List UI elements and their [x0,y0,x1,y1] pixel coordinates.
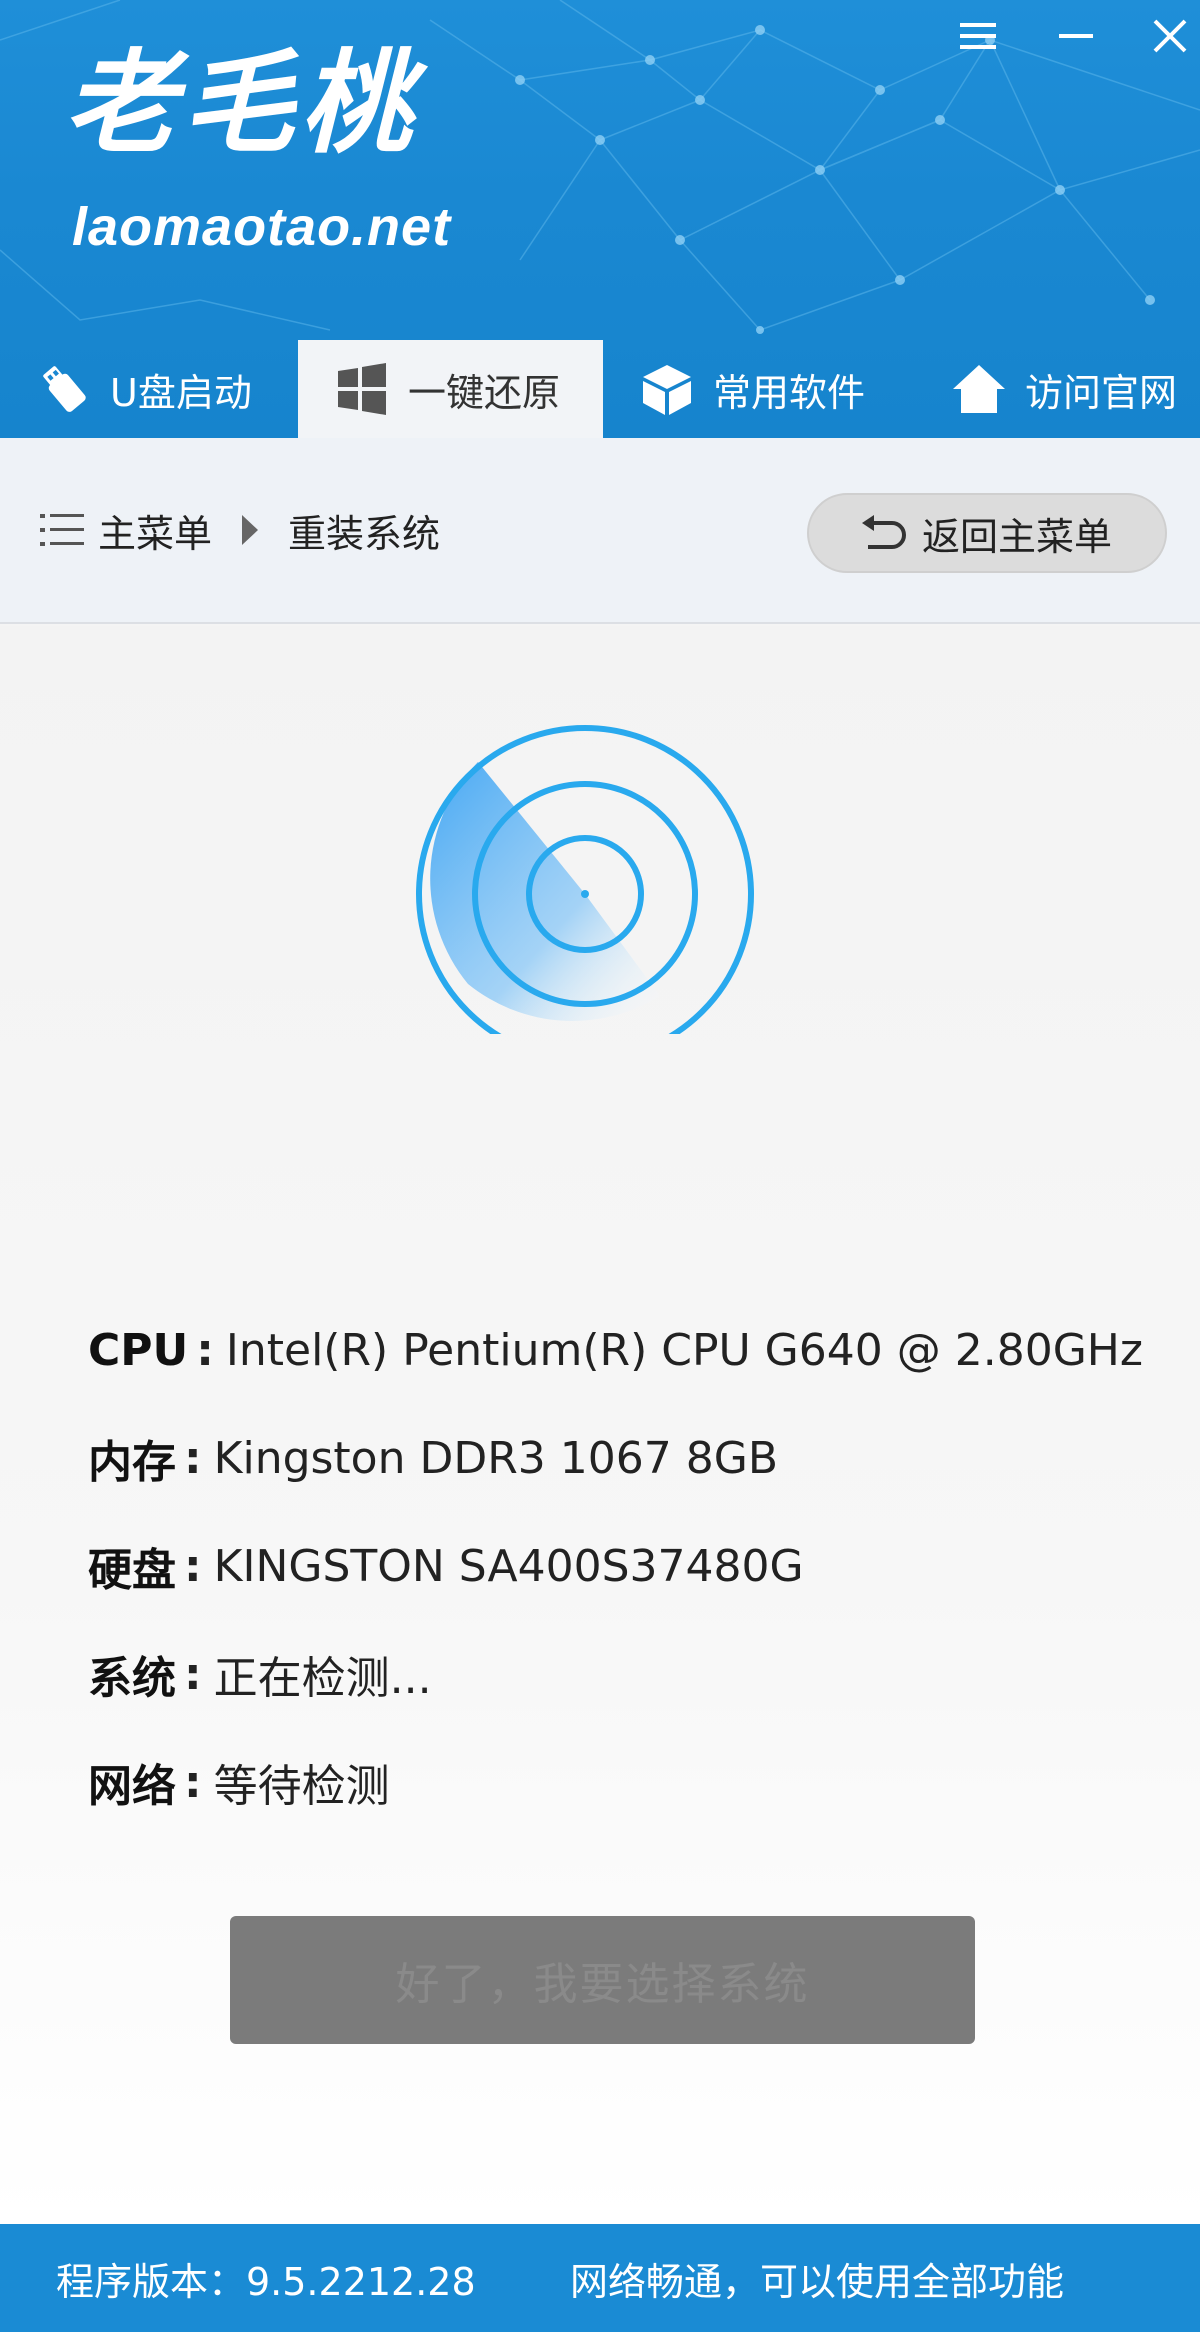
logo-url: laomaotao.net [72,197,452,257]
breadcrumb-bar: 主菜单 重装系统 返回主菜单 [0,438,1200,624]
info-row-cpu: CPU : Intel(R) Pentium(R) CPU G640 @ 2.8… [88,1324,1143,1376]
breadcrumb: 主菜单 重装系统 [40,498,440,562]
usb-icon [43,366,86,412]
info-value: 正在检测... [213,1653,432,1704]
tab-label: 访问官网 [1025,370,1178,415]
info-row-memory: 内存 : Kingston DDR3 1067 8GB [88,1404,1143,1512]
menu-button[interactable] [948,8,1008,64]
info-value: KINGSTON SA400S37480G [213,1540,804,1592]
home-icon [953,365,1005,413]
minimize-button[interactable] [1046,8,1106,64]
tab-label: 常用软件 [713,370,866,415]
info-label: 系统 [88,1653,176,1704]
minimize-icon [1059,34,1093,38]
windows-icon [338,363,386,415]
choose-system-button[interactable]: 好了，我要选择系统 [230,1916,975,2044]
info-row-network: 网络 : 等待检测 [88,1728,1143,1836]
breadcrumb-current: 重装系统 [288,511,441,556]
info-row-system: 系统 : 正在检测... [88,1620,1143,1728]
breadcrumb-root[interactable]: 主菜单 [98,503,212,558]
box-icon [643,365,691,415]
app-header: 老毛桃 laomaotao.net U盘启动 一键还原 常用软件 访问官网 [0,0,1200,438]
tab-common-software[interactable]: 常用软件 [603,340,921,438]
tab-label: U盘启动 [110,370,252,415]
info-label: 内存 [88,1437,176,1488]
info-value: Intel(R) Pentium(R) CPU G640 @ 2.80GHz [225,1324,1143,1376]
info-value: 等待检测 [213,1761,390,1812]
info-label: 硬盘 [88,1545,176,1596]
info-row-disk: 硬盘 : KINGSTON SA400S37480G [88,1512,1143,1620]
main-content: CPU : Intel(R) Pentium(R) CPU G640 @ 2.8… [0,626,1200,2224]
back-button-label: 返回主菜单 [921,514,1112,559]
close-icon [1153,19,1187,53]
tab-usb-boot[interactable]: U盘启动 [0,340,298,438]
close-button[interactable] [1140,8,1200,64]
network-status: 网络畅通，可以使用全部功能 [570,2259,1065,2304]
program-version: 程序版本：9.5.2212.28 [56,2259,476,2304]
tab-one-key-restore[interactable]: 一键还原 [298,340,603,438]
radar-scan-icon [416,725,754,1034]
return-icon [861,515,906,549]
main-tabs: U盘启动 一键还原 常用软件 访问官网 [0,340,1200,438]
info-label: CPU [88,1324,189,1376]
system-info-list: CPU : Intel(R) Pentium(R) CPU G640 @ 2.8… [88,1296,1143,1836]
menu-icon [960,23,996,49]
tab-label: 一键还原 [408,370,561,415]
status-footer: 程序版本：9.5.2212.28 网络畅通，可以使用全部功能 [0,2224,1200,2332]
back-to-main-menu-button[interactable]: 返回主菜单 [807,493,1167,573]
tab-visit-website[interactable]: 访问官网 [921,340,1200,438]
logo-title: 老毛桃 [64,38,418,169]
info-label: 网络 [88,1761,176,1812]
chevron-right-icon [242,515,259,545]
info-value: Kingston DDR3 1067 8GB [213,1432,779,1484]
list-icon [40,514,84,546]
